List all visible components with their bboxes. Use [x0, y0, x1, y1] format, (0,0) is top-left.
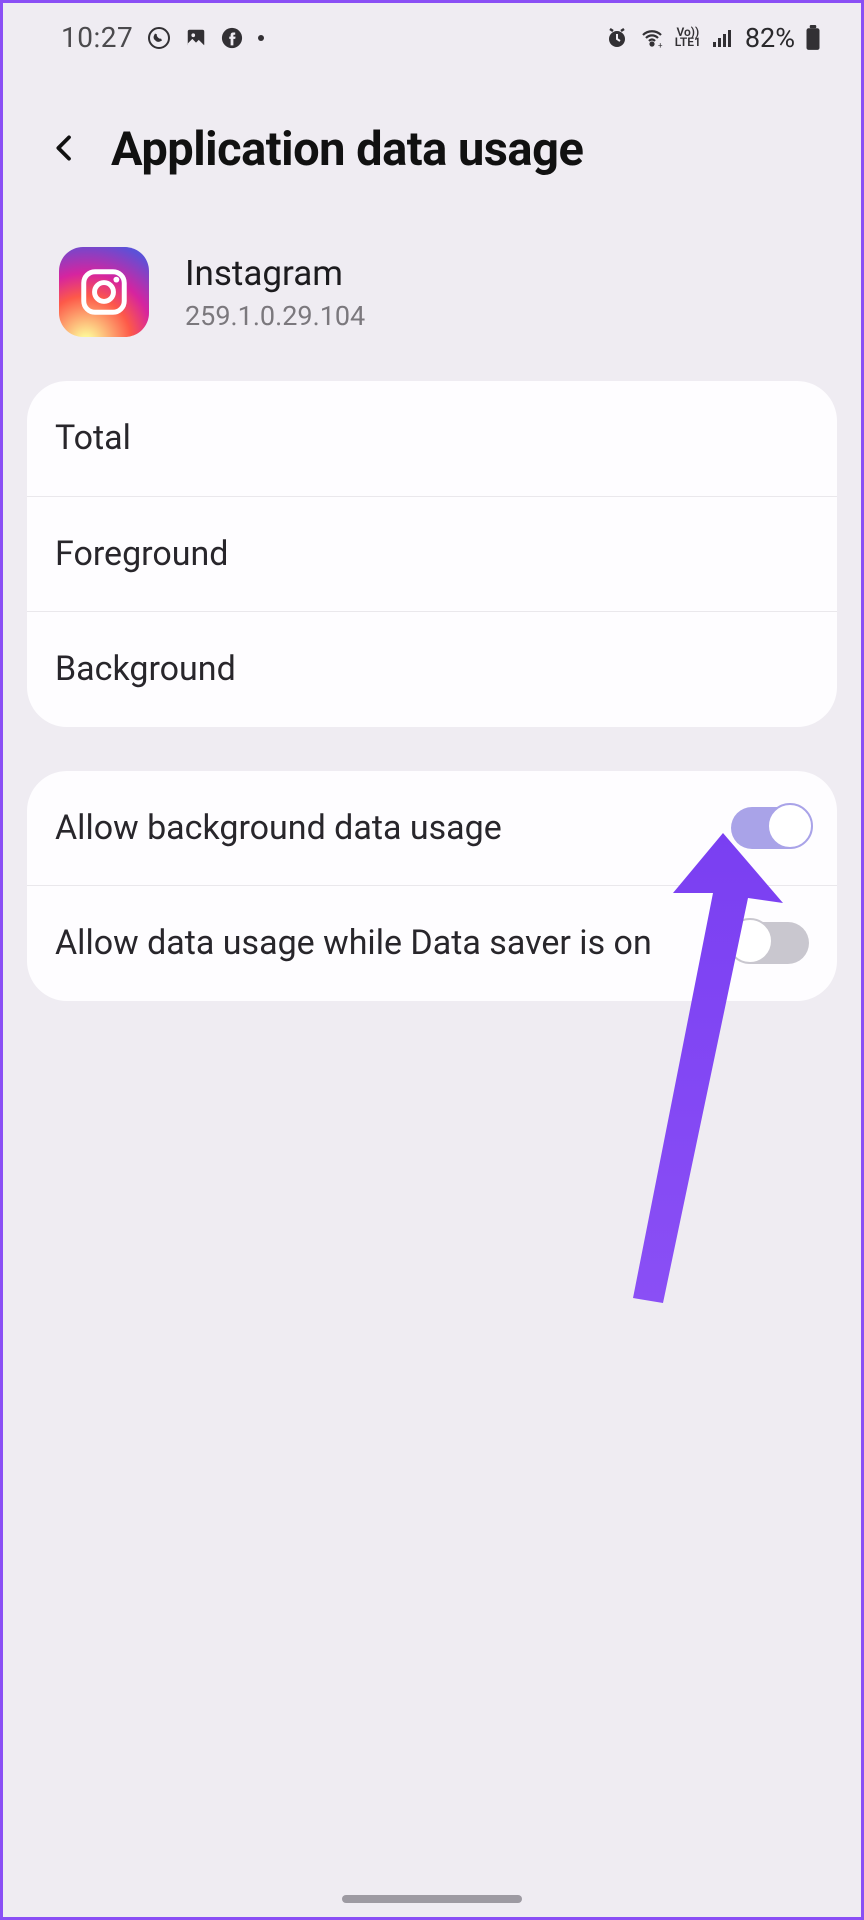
page-title: Application data usage: [111, 122, 583, 177]
usage-card: Total Foreground Background: [27, 381, 837, 727]
usage-background-row[interactable]: Background: [27, 612, 837, 727]
status-left: 10:27: [61, 21, 265, 54]
usage-foreground-row[interactable]: Foreground: [27, 497, 837, 613]
usage-total-label: Total: [55, 417, 809, 460]
signal-icon: [711, 26, 735, 50]
app-text: Instagram 259.1.0.29.104: [185, 253, 365, 332]
allow-data-saver-toggle[interactable]: [731, 922, 809, 964]
toggles-card: Allow background data usage Allow data u…: [27, 771, 837, 1001]
allow-bg-data-toggle[interactable]: [731, 807, 809, 849]
more-notifications-dot-icon: [257, 34, 265, 42]
status-right: + Vo)) LTE1 82%: [605, 22, 821, 54]
allow-data-saver-row[interactable]: Allow data usage while Data saver is on: [27, 886, 837, 1001]
svg-text:+: +: [658, 41, 663, 50]
instagram-icon: [59, 247, 149, 337]
battery-icon: [805, 25, 821, 51]
back-icon[interactable]: [49, 126, 81, 174]
whatsapp-icon: [147, 26, 171, 50]
usage-foreground-label: Foreground: [55, 533, 809, 576]
allow-bg-data-row[interactable]: Allow background data usage: [27, 771, 837, 887]
app-info-row: Instagram 259.1.0.29.104: [3, 207, 861, 381]
battery-percent: 82%: [745, 22, 795, 54]
gallery-icon: [185, 27, 207, 49]
allow-data-saver-label: Allow data usage while Data saver is on: [55, 922, 711, 965]
app-version: 259.1.0.29.104: [185, 300, 365, 332]
allow-bg-data-label: Allow background data usage: [55, 807, 711, 850]
page-header: Application data usage: [3, 62, 861, 207]
alarm-icon: [605, 26, 629, 50]
status-bar: 10:27 + Vo)) LTE1 82%: [3, 3, 861, 62]
volte-icon: Vo)) LTE1: [675, 28, 701, 47]
status-time: 10:27: [61, 21, 133, 54]
facebook-icon: [221, 27, 243, 49]
app-name: Instagram: [185, 253, 365, 294]
nav-handle[interactable]: [342, 1895, 522, 1903]
usage-total-row[interactable]: Total: [27, 381, 837, 497]
usage-background-label: Background: [55, 648, 809, 691]
wifi-icon: +: [639, 26, 665, 50]
